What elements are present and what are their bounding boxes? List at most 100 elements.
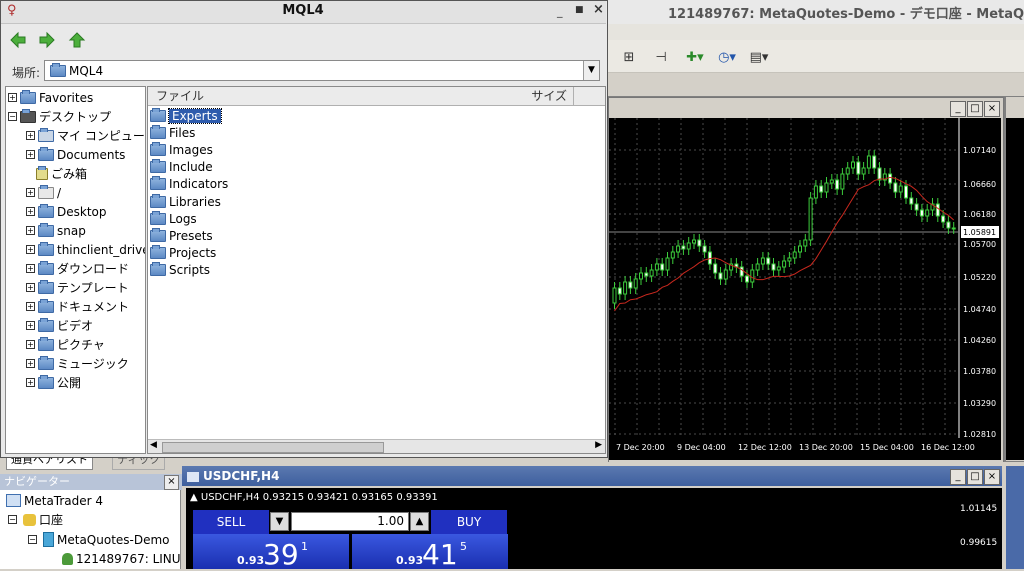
- horizontal-scrollbar[interactable]: ◀ ▶: [148, 439, 605, 453]
- usdchf-titlebar: USDCHF,H4: [182, 466, 1002, 486]
- tree-item[interactable]: + snap: [26, 221, 86, 240]
- file-list-item[interactable]: Indicators: [150, 176, 228, 193]
- nav-item-accounts[interactable]: − 口座: [8, 510, 63, 529]
- zoom-in-icon[interactable]: ⊞: [620, 47, 638, 67]
- candle-body: [766, 257, 771, 265]
- collapse-icon[interactable]: −: [8, 112, 17, 121]
- expand-icon[interactable]: +: [26, 378, 35, 387]
- expand-icon[interactable]: +: [26, 150, 35, 159]
- tree-item[interactable]: + ミュージック: [26, 354, 129, 373]
- forward-icon[interactable]: [38, 31, 56, 49]
- expand-icon[interactable]: +: [26, 207, 35, 216]
- close-icon[interactable]: ×: [984, 469, 1000, 485]
- expand-icon[interactable]: +: [26, 264, 35, 273]
- tree-item[interactable]: − デスクトップ: [8, 107, 111, 126]
- file-list-item[interactable]: Scripts: [150, 262, 210, 279]
- folder-icon: [150, 124, 166, 139]
- folder-icon: [150, 176, 166, 191]
- folder-icon: [38, 336, 54, 351]
- scroll-left-icon[interactable]: ◀: [150, 440, 157, 450]
- buy-button[interactable]: BUY: [431, 510, 507, 534]
- minimize-icon[interactable]: _: [950, 469, 966, 485]
- expand-icon[interactable]: +: [26, 245, 35, 254]
- minimize-icon[interactable]: _: [950, 101, 966, 117]
- file-list-item[interactable]: Projects: [150, 245, 216, 262]
- expand-icon[interactable]: +: [26, 302, 35, 311]
- indicators-icon[interactable]: ⊣: [648, 47, 674, 67]
- sell-price[interactable]: 0.93 39 1: [193, 534, 349, 571]
- templates-icon[interactable]: ▤▾: [746, 47, 772, 67]
- tree-item[interactable]: + ビデオ: [26, 316, 93, 335]
- file-list-item[interactable]: Libraries: [150, 193, 221, 210]
- dialog-minimize-icon[interactable]: _: [557, 5, 563, 18]
- tree-item[interactable]: + Documents: [26, 145, 125, 164]
- expand-icon[interactable]: +: [26, 188, 35, 197]
- tree-item-label: ごみ箱: [51, 167, 88, 181]
- tree-item[interactable]: + ピクチャ: [26, 335, 105, 354]
- tree-item[interactable]: ごみ箱: [36, 164, 87, 183]
- lot-decrease-icon[interactable]: ▼: [270, 512, 289, 531]
- expand-icon[interactable]: +: [26, 283, 35, 292]
- maximize-icon[interactable]: □: [967, 469, 983, 485]
- maximize-icon[interactable]: □: [967, 101, 983, 117]
- expand-icon[interactable]: −: [28, 535, 37, 544]
- lot-size-input[interactable]: 1.00: [291, 512, 409, 531]
- sell-button[interactable]: SELL: [193, 510, 269, 534]
- back-icon[interactable]: [9, 31, 27, 49]
- expand-icon[interactable]: +: [26, 131, 35, 140]
- file-list-item[interactable]: Experts: [150, 107, 222, 124]
- file-name: Images: [169, 142, 213, 157]
- up-folder-icon[interactable]: [68, 31, 86, 49]
- tree-item[interactable]: + thinclient_drives: [26, 240, 145, 259]
- add-indicator-icon[interactable]: ✚▾: [682, 47, 708, 67]
- column-header-file[interactable]: ファイル: [148, 87, 414, 106]
- tree-item[interactable]: + Favorites: [8, 88, 93, 107]
- server-icon: [43, 532, 54, 547]
- time-axis-label: 15 Dec 04:00: [860, 443, 914, 452]
- location-combobox[interactable]: MQL4 ▼: [44, 60, 600, 81]
- dropdown-arrow-icon[interactable]: ▼: [583, 61, 599, 80]
- nav-item-label: MetaTrader 4: [24, 493, 104, 508]
- tree-item-label: /: [57, 185, 62, 200]
- tree-item[interactable]: + Desktop: [26, 202, 107, 221]
- nav-item-metatrader[interactable]: MetaTrader 4: [6, 491, 103, 510]
- price-chart[interactable]: 1.07140 1.06660 1.06180 1.05891 1.05700 1.052…: [609, 118, 1001, 460]
- folder-tree: + Favorites − デスクトップ + マイ コンピュータ + Documents ごみ箱…: [5, 86, 146, 454]
- dialog-maximize-icon[interactable]: ■: [575, 5, 584, 15]
- buy-price[interactable]: 0.93 41 5: [352, 534, 508, 571]
- scroll-right-icon[interactable]: ▶: [595, 440, 602, 450]
- file-list-item[interactable]: Files: [150, 124, 195, 141]
- tree-item[interactable]: + ドキュメント: [26, 297, 129, 316]
- nav-item-server[interactable]: − MetaQuotes-Demo: [28, 530, 170, 549]
- file-list-item[interactable]: Images: [150, 141, 213, 158]
- expand-icon[interactable]: +: [26, 359, 35, 368]
- file-list-item[interactable]: Include: [150, 159, 213, 176]
- lot-increase-icon[interactable]: ▲: [410, 512, 429, 531]
- tree-item[interactable]: + ダウンロード: [26, 259, 129, 278]
- tree-item[interactable]: + テンプレート: [26, 278, 129, 297]
- tree-item[interactable]: + マイ コンピュータ: [26, 126, 145, 145]
- price-axis-label: 1.06660: [963, 180, 996, 189]
- file-list-item[interactable]: Logs: [150, 210, 197, 227]
- folder-icon: [38, 203, 54, 218]
- navigator-close-icon[interactable]: ×: [164, 475, 179, 490]
- tree-item-label: マイ コンピュータ: [57, 129, 145, 143]
- tree-item[interactable]: + 公開: [26, 373, 81, 392]
- expand-icon[interactable]: +: [26, 321, 35, 330]
- trash-icon: [36, 165, 48, 180]
- dialog-close-icon[interactable]: ×: [593, 2, 604, 17]
- scroll-thumb[interactable]: [162, 442, 384, 453]
- candle-body: [951, 227, 956, 230]
- expand-icon[interactable]: +: [26, 226, 35, 235]
- side-usdchf-window: [1006, 466, 1024, 569]
- tree-item[interactable]: + /: [26, 183, 61, 202]
- expand-icon[interactable]: +: [8, 93, 17, 102]
- file-list-item[interactable]: Presets: [150, 227, 213, 244]
- expand-icon[interactable]: +: [26, 340, 35, 349]
- nav-item-account-number[interactable]: 121489767: LINU: [62, 549, 181, 568]
- close-icon[interactable]: ×: [984, 101, 1000, 117]
- column-header-size[interactable]: サイズ: [406, 87, 574, 106]
- periods-clock-icon[interactable]: ◷▾: [714, 47, 740, 67]
- expand-icon[interactable]: −: [8, 515, 17, 524]
- candle-body: [819, 185, 824, 193]
